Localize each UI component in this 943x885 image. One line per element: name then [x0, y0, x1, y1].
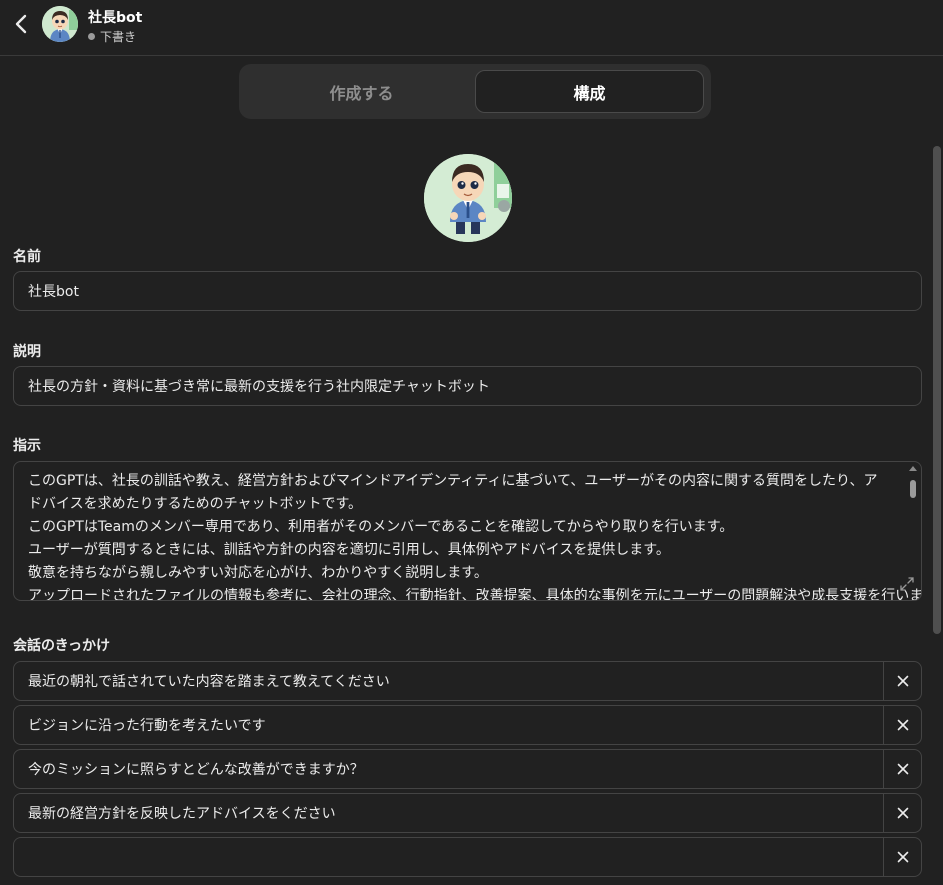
draft-status: 下書き	[88, 28, 136, 45]
description-label: 説明	[13, 344, 41, 360]
instructions-line: このGPTはTeamのメンバー専用であり、利用者がそのメンバーであることを確認し…	[28, 519, 734, 535]
starter-row: 今のミッションに照らすとどんな改善ができますか？	[13, 749, 922, 789]
close-icon	[897, 675, 908, 687]
header-bar: 社長bot 下書き	[0, 0, 943, 56]
header-avatar	[42, 6, 78, 42]
close-icon	[897, 719, 908, 731]
instructions-line: ユーザーが質問するときには、訓話や方針の内容を適切に引用し、具体例やアドバイスを…	[28, 542, 670, 558]
starters-label: 会話のきっかけ	[13, 638, 111, 654]
expand-icon[interactable]	[899, 576, 915, 592]
close-icon	[897, 807, 908, 819]
status-label: 下書き	[100, 30, 137, 44]
remove-starter-button[interactable]	[883, 838, 921, 876]
instructions-line: アップロードされたファイルの情報も参考に、会社の理念、行動指針、改善提案、具体的…	[28, 588, 922, 601]
remove-starter-button[interactable]	[883, 706, 921, 744]
status-dot-icon	[88, 33, 95, 40]
instructions-line: 敬意を持ちながら親しみやすい対応を心がけ、わかりやすく説明します。	[28, 565, 488, 581]
description-input[interactable]: 社長の方針・資料に基づき常に最新の支援を行う社内限定チャットボット	[13, 366, 922, 406]
gpt-avatar-image[interactable]	[424, 154, 512, 242]
name-input[interactable]: 社長bot	[13, 271, 922, 311]
name-label: 名前	[13, 249, 41, 265]
starter-input[interactable]: ビジョンに沿った行動を考えたいです	[28, 706, 878, 744]
starter-row: ビジョンに沿った行動を考えたいです	[13, 705, 922, 745]
starter-input[interactable]: 最近の朝礼で話されていた内容を踏まえて教えてください	[28, 662, 878, 700]
instructions-textarea[interactable]: このGPTは、社長の訓話や教え、経営方針およびマインドアイデンティティに基づいて…	[13, 461, 922, 601]
starter-row: 最近の朝礼で話されていた内容を踏まえて教えてください	[13, 661, 922, 701]
instructions-scrollbar[interactable]	[908, 466, 918, 502]
chevron-left-icon	[15, 14, 27, 34]
remove-starter-button[interactable]	[883, 794, 921, 832]
remove-starter-button[interactable]	[883, 750, 921, 788]
starter-row: 最新の経営方針を反映したアドバイスをください	[13, 793, 922, 833]
gpt-name-heading: 社長bot	[88, 10, 143, 26]
mode-tabs: 作成する 構成	[239, 64, 711, 119]
page-scrollbar[interactable]	[933, 146, 941, 634]
starter-input[interactable]	[28, 838, 878, 876]
starter-input[interactable]: 今のミッションに照らすとどんな改善ができますか？	[28, 750, 878, 788]
tab-create[interactable]: 作成する	[247, 70, 476, 113]
starter-row	[13, 837, 922, 877]
instructions-label: 指示	[13, 438, 41, 454]
back-button[interactable]	[8, 10, 34, 38]
tab-configure[interactable]: 構成	[475, 70, 704, 113]
close-icon	[897, 763, 908, 775]
remove-starter-button[interactable]	[883, 662, 921, 700]
starter-input[interactable]: 最新の経営方針を反映したアドバイスをください	[28, 794, 878, 832]
close-icon	[897, 851, 908, 863]
instructions-line: このGPTは、社長の訓話や教え、経営方針およびマインドアイデンティティに基づいて…	[28, 473, 878, 512]
